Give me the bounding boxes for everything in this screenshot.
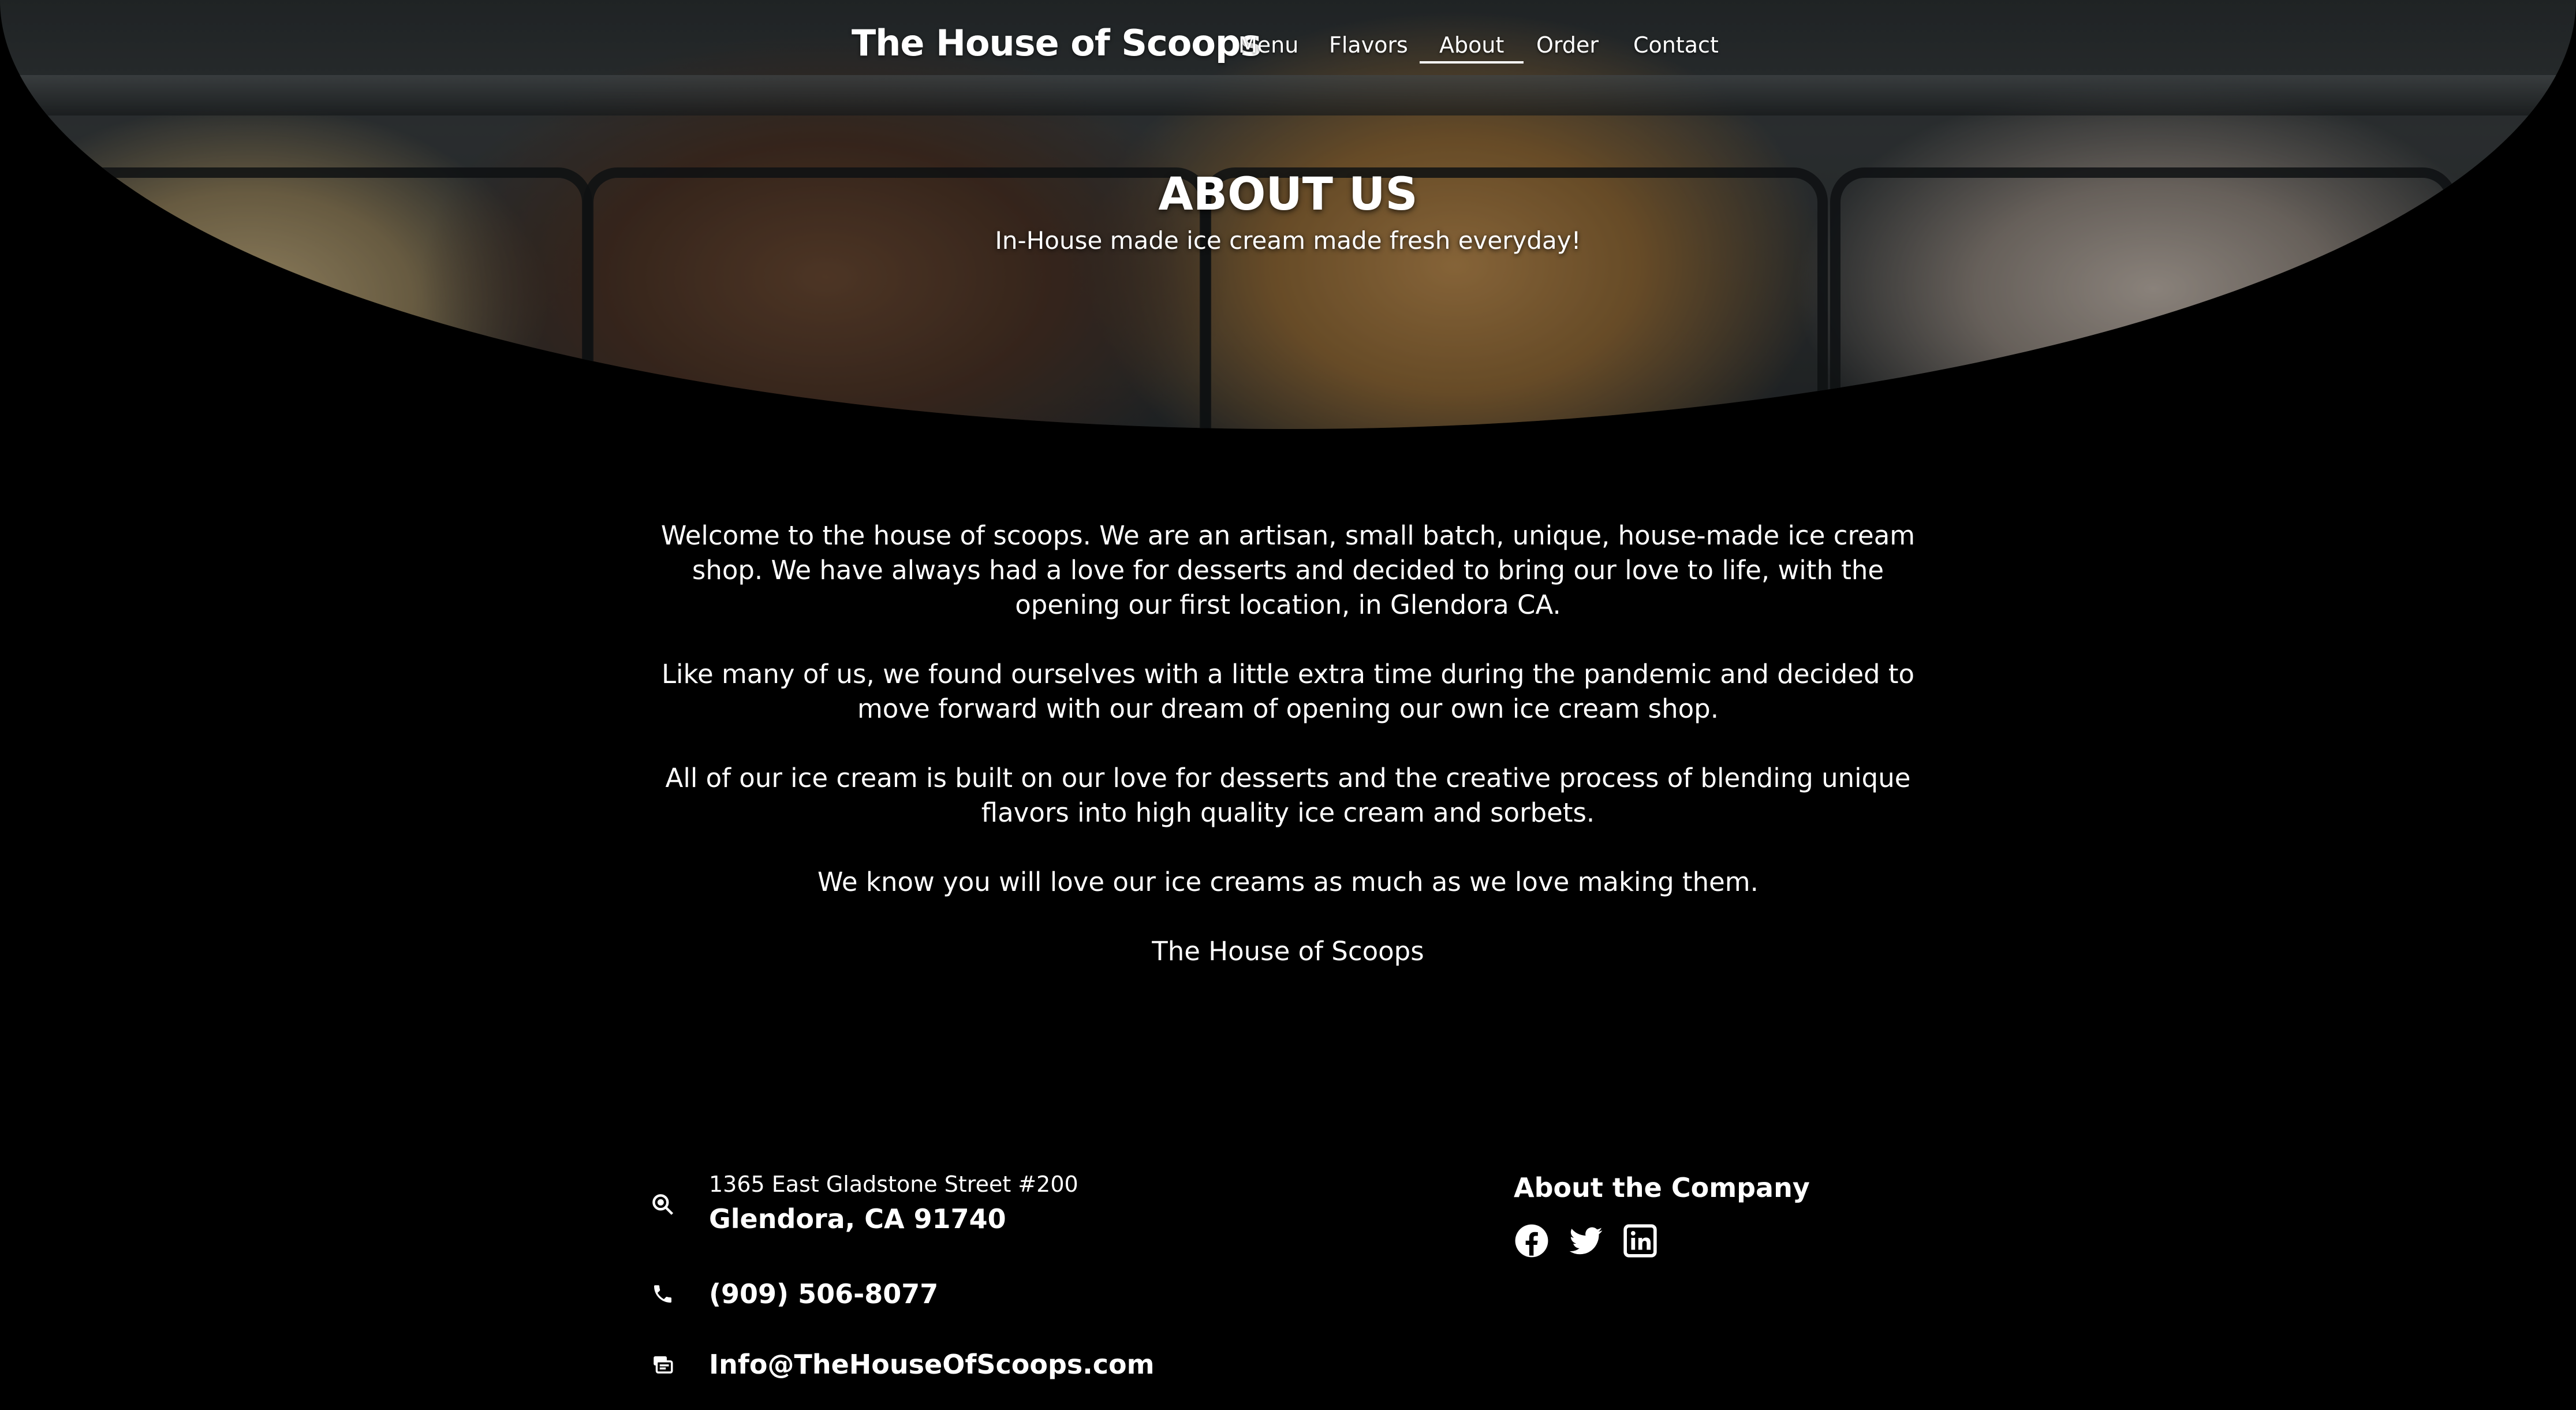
page-subtitle: In-House made ice cream made fresh every…: [995, 226, 1581, 255]
top-navigation: The House of Scoops Menu Flavors About O…: [0, 0, 2576, 92]
phone-icon: [649, 1280, 677, 1308]
email-icon: [649, 1351, 677, 1378]
address-street: 1365 East Gladstone Street #200: [709, 1172, 1078, 1197]
nav-link-contact[interactable]: Contact: [1633, 32, 1719, 58]
about-paragraph: Welcome to the house of scoops. We are a…: [660, 520, 1916, 620]
email-link[interactable]: Info@TheHouseOfScoops.com: [709, 1349, 1155, 1380]
brand-logo-text[interactable]: The House of Scoops: [852, 22, 1261, 64]
facebook-icon[interactable]: [1514, 1223, 1550, 1259]
about-company-heading: About the Company: [1514, 1172, 1810, 1203]
about-paragraph: All of our ice cream is built on our lov…: [665, 763, 1911, 828]
phone-link[interactable]: (909) 506-8077: [709, 1278, 938, 1310]
nav-link-order[interactable]: Order: [1536, 32, 1599, 58]
nav-link-about[interactable]: About: [1420, 32, 1524, 64]
twitter-icon[interactable]: [1568, 1223, 1604, 1259]
footer-address: 1365 East Gladstone Street #200 Glendora…: [649, 1170, 1078, 1239]
nav-link-menu[interactable]: Menu: [1238, 32, 1298, 58]
map-search-icon: [649, 1191, 677, 1218]
about-content: Welcome to the house of scoops. We are a…: [638, 519, 1938, 1004]
footer-email: Info@TheHouseOfScoops.com: [649, 1349, 1155, 1380]
about-paragraph: We know you will love our ice creams as …: [817, 867, 1759, 897]
about-paragraph: Like many of us, we found ourselves with…: [661, 659, 1915, 724]
footer-phone: (909) 506-8077: [649, 1278, 938, 1310]
linkedin-icon[interactable]: [1622, 1223, 1658, 1259]
address-city: Glendora, CA 91740: [709, 1203, 1006, 1234]
about-signature: The House of Scoops: [1152, 936, 1424, 967]
social-links: [1514, 1223, 1658, 1259]
page-title: ABOUT US: [1158, 169, 1418, 221]
nav-link-flavors[interactable]: Flavors: [1329, 32, 1408, 58]
